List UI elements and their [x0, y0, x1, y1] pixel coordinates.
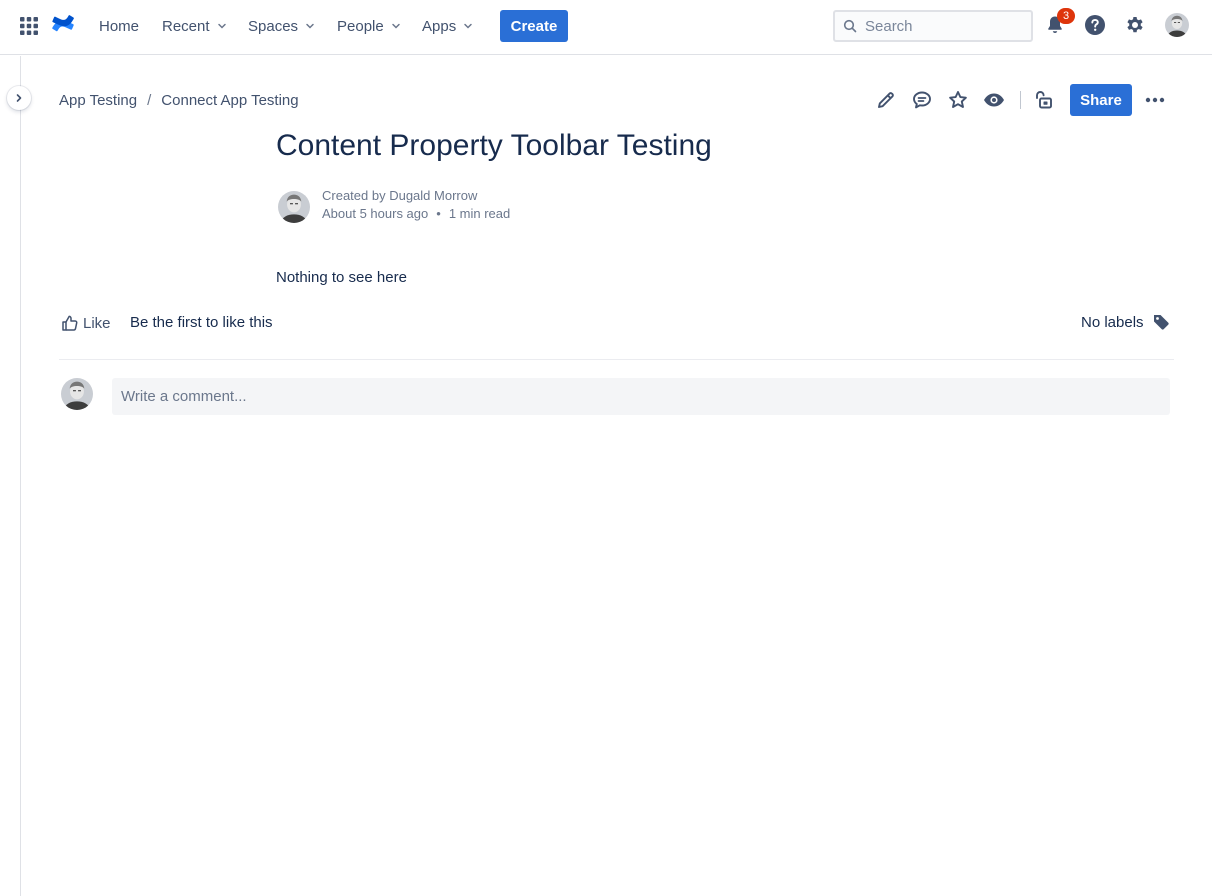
like-label: Like [83, 314, 111, 332]
section-divider [59, 359, 1174, 360]
commenter-avatar [61, 378, 93, 410]
labels-text: No labels [1081, 314, 1144, 331]
like-status-text: Be the first to like this [130, 314, 273, 331]
nav-people[interactable]: People [337, 15, 401, 37]
more-actions-icon[interactable] [1143, 88, 1167, 112]
label-tag-icon[interactable] [1151, 312, 1171, 332]
restrictions-unlock-icon[interactable] [1031, 88, 1055, 112]
read-time-text: 1 min read [448, 206, 511, 221]
settings-gear-icon[interactable] [1123, 13, 1147, 37]
chevron-down-icon [464, 23, 472, 29]
expand-sidebar-button[interactable] [7, 86, 31, 110]
search-field[interactable] [833, 10, 1033, 42]
chevron-down-icon [306, 23, 314, 29]
like-button[interactable]: Like [61, 312, 111, 334]
breadcrumb-separator: / [147, 91, 152, 109]
search-input[interactable] [865, 17, 1015, 35]
breadcrumb-link-parent[interactable]: Connect App Testing [161, 92, 298, 109]
nav-apps[interactable]: Apps [422, 15, 473, 37]
nav-spaces[interactable]: Spaces [248, 15, 315, 37]
nav-people-label: People [337, 17, 384, 35]
edit-pencil-icon[interactable] [874, 88, 898, 112]
nav-recent[interactable]: Recent [162, 15, 227, 37]
page-body-text: Nothing to see here [276, 269, 407, 286]
chevron-down-icon [217, 23, 226, 29]
page-byline: Created by Dugald Morrow About 5 hours a… [322, 187, 510, 223]
toolbar-divider [1020, 91, 1021, 109]
nav-apps-label: Apps [422, 17, 457, 35]
author-avatar[interactable] [278, 191, 310, 223]
chevron-right-icon [16, 94, 22, 102]
last-updated-text[interactable]: About 5 hours ago [322, 205, 428, 223]
nav-spaces-label: Spaces [248, 17, 299, 35]
confluence-logo-icon[interactable] [52, 13, 74, 37]
comment-input[interactable] [121, 388, 1170, 405]
breadcrumb: App Testing / Connect App Testing [59, 90, 299, 110]
page-title: Content Property Toolbar Testing [276, 129, 712, 162]
search-icon [843, 19, 857, 33]
byline-separator: • [436, 206, 441, 221]
notification-count-badge: 3 [1057, 8, 1075, 24]
create-button[interactable]: Create [500, 10, 568, 42]
collapsed-sidebar [0, 56, 21, 896]
created-by-text[interactable]: Created by Dugald Morrow [322, 187, 477, 205]
chevron-down-icon [391, 23, 400, 29]
thumbs-up-icon [62, 315, 78, 331]
watch-eye-icon[interactable] [982, 88, 1006, 112]
breadcrumb-link-space[interactable]: App Testing [59, 92, 137, 109]
help-icon[interactable] [1083, 13, 1107, 37]
comment-editor[interactable] [112, 378, 1170, 415]
nav-home-label: Home [99, 17, 140, 35]
share-button[interactable]: Share [1070, 84, 1132, 116]
top-navigation: Home Recent Spaces People Apps Create 3 [0, 0, 1212, 55]
nav-home[interactable]: Home [99, 15, 139, 37]
app-switcher-icon[interactable] [19, 16, 39, 36]
user-avatar[interactable] [1165, 13, 1189, 37]
nav-recent-label: Recent [162, 17, 210, 35]
star-icon[interactable] [946, 88, 970, 112]
comment-icon[interactable] [910, 88, 934, 112]
